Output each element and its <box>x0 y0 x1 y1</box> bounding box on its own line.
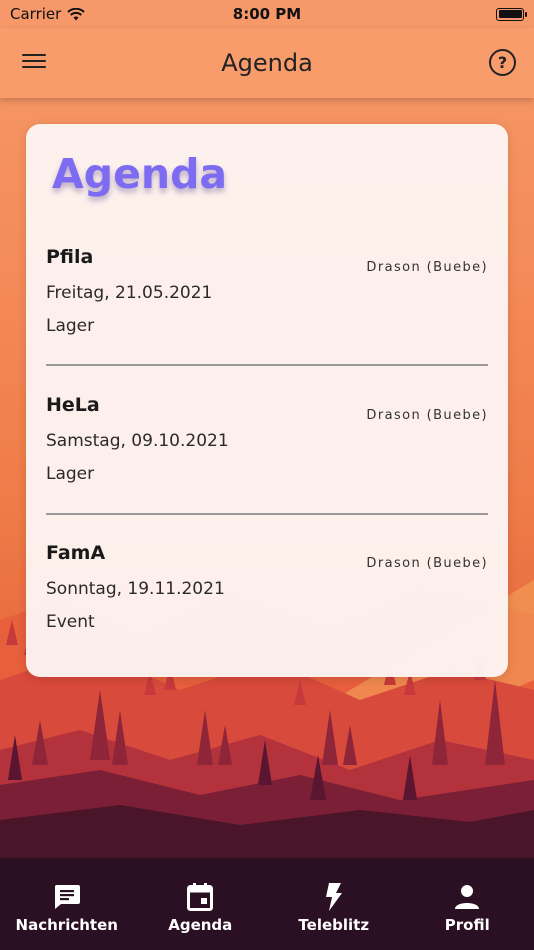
tab-agenda[interactable]: Agenda <box>134 858 268 950</box>
tab-profil[interactable]: Profil <box>401 858 534 950</box>
event-item-pfila[interactable]: Pfila Drason (Buebe) Freitag, 21.05.2021… <box>46 246 488 376</box>
divider <box>46 513 488 515</box>
menu-line <box>22 65 46 69</box>
lightning-bolt-icon <box>319 882 349 912</box>
event-group: Drason (Buebe) <box>366 260 488 275</box>
card-heading: Agenda <box>52 150 228 198</box>
event-date: Samstag, 09.10.2021 <box>46 431 229 451</box>
status-time: 8:00 PM <box>232 5 302 23</box>
event-group: Drason (Buebe) <box>366 408 488 423</box>
event-date: Freitag, 21.05.2021 <box>46 283 213 303</box>
tab-label: Agenda <box>168 916 233 934</box>
event-title: HeLa <box>46 394 100 416</box>
divider <box>46 364 488 366</box>
tab-teleblitz[interactable]: Teleblitz <box>267 858 401 950</box>
menu-line <box>22 53 46 57</box>
tab-label: Nachrichten <box>15 916 118 934</box>
event-title: FamA <box>46 542 106 564</box>
event-title: Pfila <box>46 246 94 268</box>
chat-bubble-icon <box>52 882 82 912</box>
battery-icon <box>496 7 527 21</box>
event-type: Lager <box>46 464 95 484</box>
agenda-card: Agenda Pfila Drason (Buebe) Freitag, 21.… <box>26 124 508 677</box>
navigation-bar: Agenda ? <box>0 28 534 98</box>
event-type: Event <box>46 612 95 632</box>
event-item-fama[interactable]: FamA Drason (Buebe) Sonntag, 19.11.2021 … <box>46 542 488 672</box>
help-circle-icon[interactable]: ? <box>489 49 516 76</box>
person-icon <box>452 882 482 912</box>
status-bar: Carrier 8:00 PM <box>0 0 534 28</box>
calendar-icon <box>185 882 215 912</box>
menu-line <box>22 59 46 63</box>
event-type: Lager <box>46 316 95 336</box>
tab-label: Profil <box>444 916 490 934</box>
page-title: Agenda <box>221 49 313 77</box>
tab-label: Teleblitz <box>298 916 370 934</box>
event-date: Sonntag, 19.11.2021 <box>46 579 225 599</box>
battery-level <box>498 10 522 18</box>
event-item-hela[interactable]: HeLa Drason (Buebe) Samstag, 09.10.2021 … <box>46 394 488 524</box>
event-group: Drason (Buebe) <box>366 556 488 571</box>
hamburger-menu-icon[interactable] <box>22 50 50 76</box>
tab-nachrichten[interactable]: Nachrichten <box>0 858 134 950</box>
tab-bar: Nachrichten Agenda Teleblitz Profil <box>0 858 534 950</box>
